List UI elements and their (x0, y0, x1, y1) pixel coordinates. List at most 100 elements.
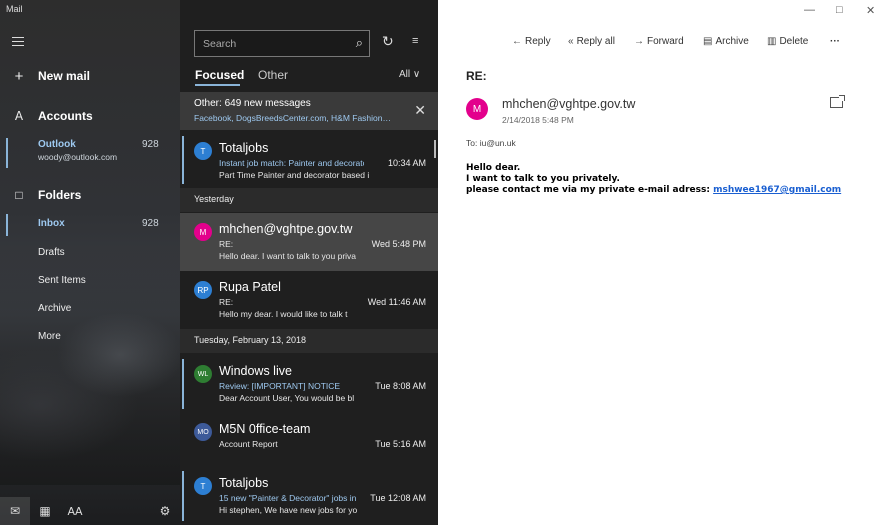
reply-button[interactable]: ← Reply (512, 36, 551, 47)
new-mail-label: New mail (38, 69, 91, 83)
navigation-pane: Mail + New mail 𝖠 Accounts Outlook woody… (0, 0, 180, 525)
folders-label: Folders (38, 188, 82, 202)
avatar: M (466, 98, 488, 120)
message-subject: Account Report (219, 439, 278, 449)
maximize-button[interactable]: □ (836, 4, 843, 16)
forward-icon: → (634, 36, 644, 47)
list-item[interactable]: T Totaljobs 15 new "Painter & Decorator"… (180, 467, 438, 525)
list-item[interactable]: RP Rupa Patel RE: Wed 11:46 AM Hello my … (180, 271, 438, 329)
message-toolbar: ← Reply «Reply all → Forward ▤ Archive ▥ Del… (438, 36, 880, 52)
settings-icon[interactable]: ⚙ (150, 497, 180, 525)
list-item[interactable]: M mhchen@vghtpe.gov.tw RE: Wed 5:48 PM H… (180, 213, 438, 271)
more-options-button[interactable]: ··· (830, 36, 840, 47)
date-group-header: Tuesday, February 13, 2018 (180, 329, 438, 353)
tab-other[interactable]: Other (258, 68, 288, 82)
archive-icon: ▤ (703, 36, 713, 47)
message-subject-heading: RE: (466, 69, 487, 83)
avatar: WL (194, 365, 212, 383)
message-body: Hello dear. I want to talk to you privat… (466, 163, 841, 196)
filter-label: All (399, 69, 411, 80)
reply-all-icon: « (568, 36, 574, 47)
email-link[interactable]: mshwee1967@gmail.com (713, 185, 841, 195)
search-box[interactable]: Search ⌕ (194, 30, 370, 57)
folder-sent-items[interactable]: Sent Items (0, 271, 180, 293)
folder-icon: □ (15, 188, 23, 202)
new-mail-button[interactable]: + New mail (0, 66, 180, 86)
message-subject: RE: (219, 297, 234, 307)
reply-label: Reply (525, 36, 551, 47)
sync-icon[interactable]: ↻ (382, 33, 394, 50)
avatar: M (194, 223, 212, 241)
account-name: Outlook (38, 139, 76, 150)
message-time: Tue 8:08 AM (375, 381, 426, 391)
reply-all-button[interactable]: «Reply all (568, 36, 615, 47)
list-item[interactable]: WL Windows live Review: [IMPORTANT] NOTI… (180, 355, 438, 413)
body-line: Hello dear. (466, 163, 521, 173)
other-banner-senders: Facebook, DogsBreedsCenter.com, H&M Fash… (194, 113, 392, 123)
body-line: please contact me via my private e-mail … (466, 185, 841, 196)
folder-name: Inbox (38, 218, 65, 229)
list-item[interactable]: T Totaljobs Instant job match: Painter a… (180, 132, 438, 187)
selection-mode-icon[interactable]: ≡ (412, 35, 418, 47)
message-preview: Part Time Painter and decorator based i (219, 170, 370, 180)
reply-icon: ← (512, 36, 522, 47)
archive-label: Archive (715, 36, 749, 47)
folder-name: Sent Items (38, 275, 86, 286)
hamburger-menu-icon[interactable] (12, 37, 24, 47)
bottom-app-bar: ✉ ▦ 𝖠𝖠 ⚙ (0, 497, 180, 525)
selection-indicator (6, 214, 8, 236)
other-inbox-banner[interactable]: Other: 649 new messages Facebook, DogsBr… (180, 92, 438, 130)
date-group-label: Tuesday, February 13, 2018 (194, 335, 307, 345)
avatar: T (194, 477, 212, 495)
reading-pane: — □ ✕ ← Reply «Reply all → Forward ▤ Archiv… (438, 0, 880, 525)
message-list-pane: Search ⌕ ↻ ≡ Focused Other All ∨ Other: … (180, 0, 438, 525)
filter-dropdown[interactable]: All ∨ (399, 69, 420, 80)
folder-name: More (38, 331, 61, 342)
delete-button[interactable]: ▥ Delete (767, 36, 808, 47)
date-group-label: Yesterday (194, 194, 234, 204)
delete-label: Delete (779, 36, 809, 47)
search-icon[interactable]: ⌕ (356, 35, 363, 51)
unread-indicator (182, 136, 184, 184)
calendar-icon[interactable]: ▦ (30, 497, 60, 525)
message-preview: Hello my dear. I would like to talk t (219, 309, 348, 319)
tab-focused-label: Focused (195, 68, 245, 82)
message-subject: RE: (219, 239, 234, 249)
folder-drafts[interactable]: Drafts (0, 243, 180, 265)
message-subject: Review: [IMPORTANT] NOTICE (219, 381, 341, 391)
close-window-button[interactable]: ✕ (866, 4, 875, 17)
archive-button[interactable]: ▤ Archive (703, 36, 749, 47)
open-in-new-window-icon[interactable] (830, 95, 845, 108)
tab-underline (195, 84, 240, 86)
account-email: woody@outlook.com (38, 152, 118, 162)
mail-icon[interactable]: ✉ (0, 497, 30, 525)
tab-focused[interactable]: Focused (195, 68, 245, 86)
message-date: 2/14/2018 5:48 PM (502, 115, 574, 125)
close-icon[interactable]: ✕ (414, 102, 426, 119)
message-sender: mhchen@vghtpe.gov.tw (219, 222, 353, 236)
sender-address[interactable]: mhchen@vghtpe.gov.tw (502, 97, 635, 111)
folder-inbox[interactable]: Inbox 928 (0, 214, 180, 236)
folders-header[interactable]: □ Folders (0, 185, 180, 205)
body-line: I want to talk to you privately. (466, 174, 620, 184)
app-title: Mail (6, 4, 23, 14)
list-item[interactable]: MO M5N 0ffice-team Account Report Tue 5:… (180, 413, 438, 465)
plus-icon: + (14, 67, 24, 85)
person-icon: 𝖠 (14, 109, 24, 123)
minimize-button[interactable]: — (804, 4, 815, 16)
people-icon[interactable]: 𝖠𝖠 (60, 497, 90, 525)
accounts-header[interactable]: 𝖠 Accounts (0, 106, 180, 126)
message-time: Wed 5:48 PM (371, 239, 426, 249)
search-placeholder: Search (203, 38, 237, 50)
other-banner-title: Other: 649 new messages (194, 98, 311, 109)
account-outlook[interactable]: Outlook woody@outlook.com 928 (0, 136, 180, 170)
reply-all-label: Reply all (576, 36, 615, 47)
scrollbar[interactable] (434, 140, 436, 158)
message-subject: 15 new "Painter & Decorator" jobs in (219, 493, 357, 503)
forward-label: Forward (647, 36, 684, 47)
folder-more[interactable]: More (0, 327, 180, 349)
folder-archive[interactable]: Archive (0, 299, 180, 321)
forward-button[interactable]: → Forward (634, 36, 684, 47)
message-time: Wed 11:46 AM (367, 297, 426, 307)
body-text: please contact me via my private e-mail … (466, 185, 714, 195)
